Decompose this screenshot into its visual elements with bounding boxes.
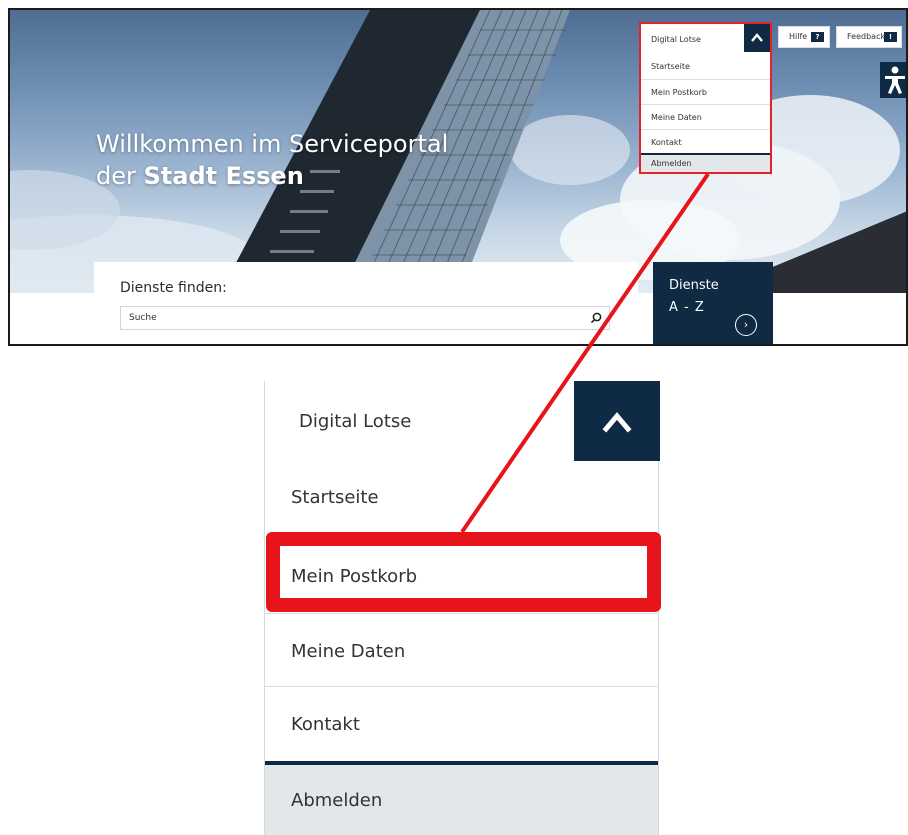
feedback-button[interactable]: Feedback ! [836, 26, 902, 48]
mini-menu-item-daten[interactable]: Meine Daten [641, 104, 770, 129]
feedback-button-label: Feedback [847, 32, 886, 41]
chevron-up-icon [751, 33, 763, 42]
mini-menu-header[interactable]: Digital Lotse [641, 24, 770, 54]
mini-menu-toggle[interactable] [744, 24, 770, 52]
chevron-up-icon [602, 412, 632, 433]
welcome-city-name: Stadt Essen [143, 162, 304, 190]
mini-menu-item-startseite[interactable]: Startseite [641, 54, 770, 79]
menu-item-startseite[interactable]: Startseite [265, 463, 658, 538]
welcome-line-2: der Stadt Essen [96, 160, 448, 192]
welcome-line-2-prefix: der [96, 162, 144, 190]
accessibility-button[interactable] [880, 62, 906, 98]
services-a-z-tile[interactable]: Dienste A - Z › [653, 262, 773, 344]
chevron-right-icon[interactable]: › [735, 314, 757, 336]
help-button[interactable]: Hilfe ? [778, 26, 830, 48]
az-tile-line-2: A - Z [669, 300, 705, 315]
mini-account-menu: Digital Lotse Startseite Mein Postkorb M… [639, 22, 772, 174]
portal-screenshot: Willkommen im Serviceportal der Stadt Es… [8, 8, 908, 346]
zoomed-account-menu: Digital Lotse Startseite Mein Postkorb M… [264, 381, 660, 835]
zoomed-menu-title: Digital Lotse [299, 411, 412, 432]
search-panel: Dienste finden: [94, 262, 638, 344]
welcome-heading: Willkommen im Serviceportal der Stadt Es… [96, 128, 448, 192]
help-icon: ? [811, 32, 824, 42]
zoomed-menu-toggle[interactable] [574, 381, 660, 461]
menu-item-kontakt[interactable]: Kontakt [265, 686, 658, 761]
zoomed-menu-header[interactable]: Digital Lotse [265, 381, 660, 463]
mini-menu-title: Digital Lotse [651, 35, 701, 44]
mini-menu-item-kontakt[interactable]: Kontakt [641, 129, 770, 154]
search-input[interactable] [121, 307, 581, 329]
search-icon[interactable] [589, 311, 603, 325]
welcome-line-1: Willkommen im Serviceportal [96, 130, 449, 158]
az-tile-line-1: Dienste [669, 278, 719, 293]
mini-menu-item-abmelden[interactable]: Abmelden [641, 153, 770, 172]
accessibility-icon [885, 66, 905, 94]
menu-item-daten[interactable]: Meine Daten [265, 613, 658, 688]
menu-item-postkorb[interactable]: Mein Postkorb [265, 538, 658, 613]
mini-menu-item-postkorb[interactable]: Mein Postkorb [641, 79, 770, 104]
search-box [120, 306, 610, 330]
menu-item-abmelden[interactable]: Abmelden [265, 761, 658, 835]
search-title: Dienste finden: [120, 280, 227, 296]
feedback-icon: ! [884, 32, 897, 42]
help-button-label: Hilfe [789, 32, 808, 41]
